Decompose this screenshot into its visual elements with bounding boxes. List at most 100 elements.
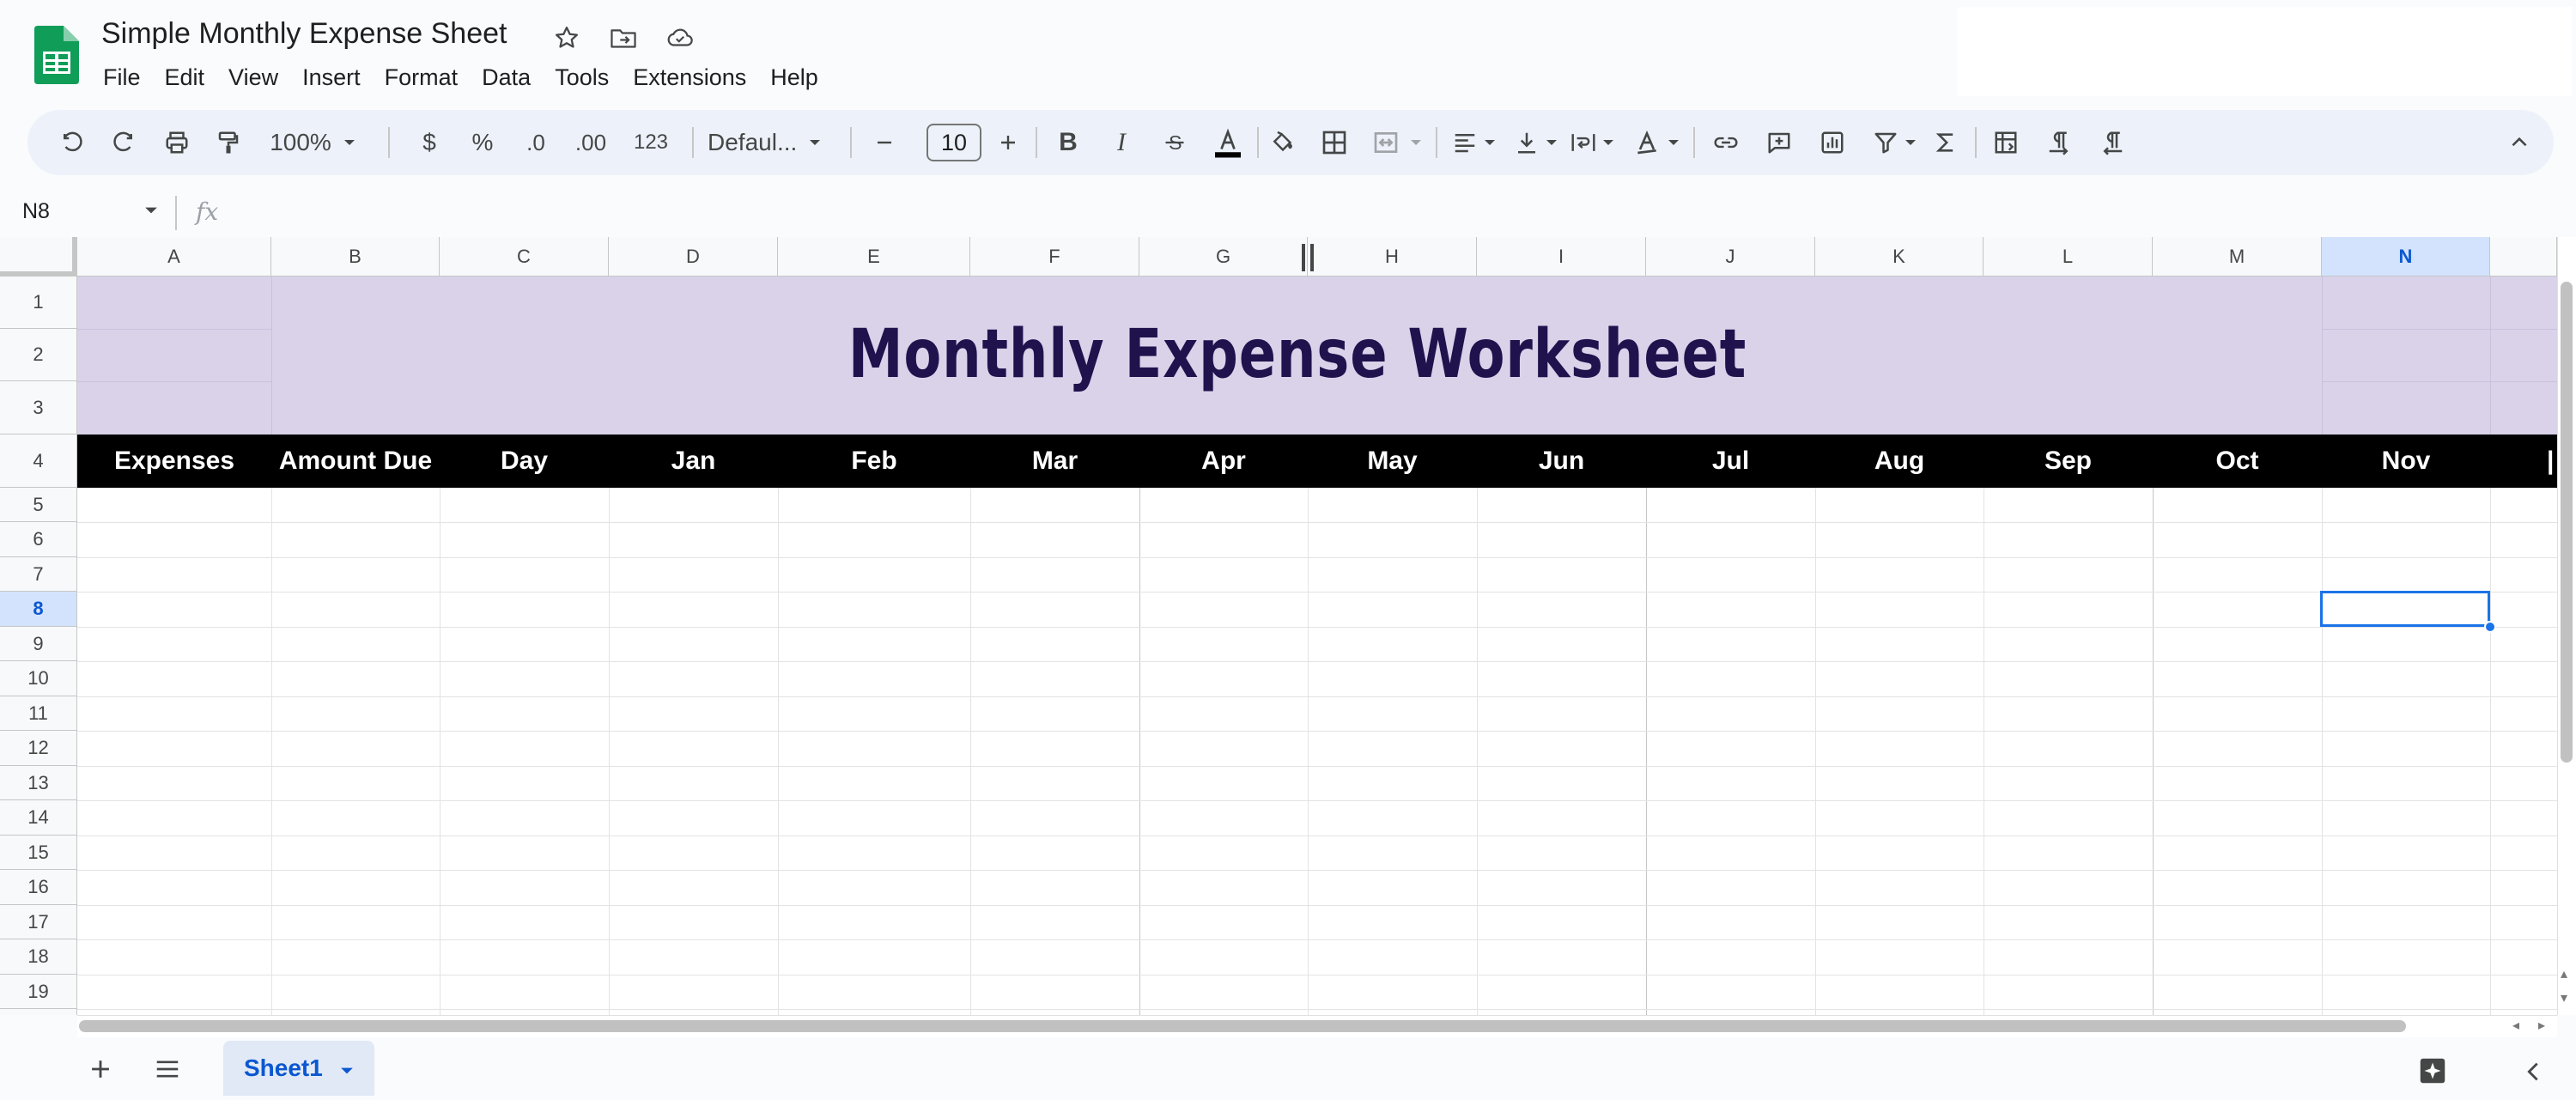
row-header-8[interactable]: 8 — [0, 592, 77, 627]
row-header-6[interactable]: 6 — [0, 522, 77, 557]
active-cell-selection[interactable] — [2320, 591, 2490, 627]
header-cell-may[interactable]: May — [1308, 435, 1477, 488]
functions-icon[interactable] — [1927, 110, 1965, 175]
row-header-4[interactable]: 4 — [0, 435, 77, 488]
ltr-direction-icon[interactable] — [2040, 110, 2078, 175]
redo-icon[interactable] — [105, 110, 143, 175]
row-header-10[interactable]: 10 — [0, 661, 77, 696]
text-wrapping-icon[interactable] — [1564, 110, 1602, 175]
insert-chart-icon[interactable] — [1814, 110, 1851, 175]
row-header-1[interactable]: 1 — [0, 277, 77, 329]
spreadsheet-grid[interactable]: A B C D E F G H I J K L M N 1 2 3 4 5 6 … — [0, 237, 2557, 1015]
row-header-11[interactable]: 11 — [0, 696, 77, 731]
header-cell-mar[interactable]: Mar — [970, 435, 1139, 488]
header-cell-sep[interactable]: Sep — [1984, 435, 2153, 488]
header-cell-feb[interactable]: Feb — [778, 435, 970, 488]
scroll-up-icon[interactable]: ▴ — [2561, 965, 2567, 982]
sheets-logo-icon[interactable] — [34, 26, 79, 84]
vertical-scroll-thumb[interactable] — [2561, 282, 2573, 763]
column-header-e[interactable]: E — [778, 237, 970, 277]
print-icon[interactable] — [158, 110, 196, 175]
header-cell-expenses[interactable]: Expenses — [77, 435, 271, 488]
header-cell-oct[interactable]: Oct — [2153, 435, 2322, 488]
zoom-dropdown-icon[interactable] — [338, 110, 361, 175]
fill-handle[interactable] — [2484, 621, 2496, 633]
select-all-corner[interactable] — [0, 237, 77, 277]
menu-tools[interactable]: Tools — [543, 60, 621, 94]
menu-extensions[interactable]: Extensions — [621, 60, 758, 94]
header-cell-jan[interactable]: Jan — [609, 435, 778, 488]
filter-icon[interactable] — [1867, 110, 1905, 175]
scroll-right-icon[interactable]: ▸ — [2538, 1017, 2545, 1034]
column-header-d[interactable]: D — [609, 237, 778, 277]
increase-decimal-button[interactable]: .00 — [565, 110, 617, 175]
sheet-tab-dropdown-icon[interactable] — [340, 1065, 354, 1080]
header-cell-jul[interactable]: Jul — [1646, 435, 1815, 488]
currency-format-button[interactable]: $ — [410, 110, 448, 175]
header-cell-amount-due[interactable]: Amount Due — [271, 435, 440, 488]
insert-comment-icon[interactable] — [1760, 110, 1798, 175]
row-header-2[interactable]: 2 — [0, 329, 77, 381]
header-cell-day[interactable]: Day — [440, 435, 609, 488]
paint-format-icon[interactable] — [210, 110, 247, 175]
column-header-f[interactable]: F — [970, 237, 1139, 277]
row-header-3[interactable]: 3 — [0, 381, 77, 435]
row-header-9[interactable]: 9 — [0, 627, 77, 661]
text-rotation-dropdown-icon[interactable] — [1664, 110, 1683, 175]
header-cell-nov[interactable]: Nov — [2322, 435, 2490, 488]
cloud-saved-icon[interactable] — [663, 21, 697, 55]
merge-cells-icon[interactable] — [1367, 110, 1405, 175]
column-header-b[interactable]: B — [271, 237, 440, 277]
column-header-l[interactable]: L — [1984, 237, 2153, 277]
fill-color-icon[interactable] — [1264, 110, 1302, 175]
strikethrough-icon[interactable]: S — [1156, 110, 1194, 175]
row-header-15[interactable]: 15 — [0, 836, 77, 870]
zoom-select[interactable]: 100% — [266, 110, 335, 175]
rtl-direction-icon[interactable] — [2093, 110, 2131, 175]
explore-icon[interactable] — [2416, 1054, 2449, 1091]
column-header-n[interactable]: N — [2322, 237, 2490, 277]
row-header-17[interactable]: 17 — [0, 905, 77, 939]
name-box[interactable]: N8 — [22, 199, 50, 224]
header-cell-apr[interactable]: Apr — [1139, 435, 1308, 488]
percent-format-button[interactable]: % — [464, 110, 501, 175]
column-header-h[interactable]: H — [1308, 237, 1477, 277]
column-header-a[interactable]: A — [77, 237, 271, 277]
increase-font-size-icon[interactable] — [991, 110, 1025, 175]
vertical-align-icon[interactable] — [1508, 110, 1546, 175]
document-title[interactable]: Simple Monthly Expense Sheet — [101, 17, 507, 51]
row-header-14[interactable]: 14 — [0, 800, 77, 836]
row-header-12[interactable]: 12 — [0, 731, 77, 766]
column-header-i[interactable]: I — [1477, 237, 1646, 277]
scroll-left-icon[interactable]: ◂ — [2512, 1017, 2519, 1034]
text-rotation-icon[interactable] — [1628, 110, 1666, 175]
horizontal-align-dropdown-icon[interactable] — [1480, 110, 1499, 175]
column-header-c[interactable]: C — [440, 237, 609, 277]
font-family-select[interactable]: Defaul... — [697, 110, 800, 175]
column-header-k[interactable]: K — [1815, 237, 1984, 277]
menu-format[interactable]: Format — [373, 60, 471, 94]
column-resize-handle-icon[interactable] — [1299, 244, 1316, 271]
collapse-toolbar-icon[interactable] — [2500, 110, 2538, 175]
menu-insert[interactable]: Insert — [290, 60, 373, 94]
horizontal-scroll-thumb[interactable] — [79, 1020, 2406, 1032]
side-panel-toggle-icon[interactable] — [2523, 1060, 2543, 1088]
decrease-decimal-button[interactable]: .0 — [513, 110, 558, 175]
undo-icon[interactable] — [53, 110, 91, 175]
insert-link-icon[interactable] — [1707, 110, 1745, 175]
column-header-m[interactable]: M — [2153, 237, 2322, 277]
text-color-icon[interactable] — [1209, 110, 1247, 175]
header-cell-aug[interactable]: Aug — [1815, 435, 1984, 488]
italic-icon[interactable]: I — [1103, 110, 1140, 175]
more-formats-button[interactable]: 123 — [623, 110, 678, 175]
menu-edit[interactable]: Edit — [153, 60, 217, 94]
row-header-13[interactable]: 13 — [0, 766, 77, 800]
header-cell-partial[interactable]: | — [2547, 435, 2557, 488]
bold-icon[interactable]: B — [1049, 110, 1087, 175]
text-wrapping-dropdown-icon[interactable] — [1599, 110, 1618, 175]
column-header-o[interactable] — [2490, 237, 2557, 277]
row-header-20[interactable] — [0, 1009, 77, 1015]
borders-icon[interactable] — [1315, 110, 1353, 175]
row-header-5[interactable]: 5 — [0, 488, 77, 522]
font-size-input[interactable]: 10 — [927, 124, 981, 161]
